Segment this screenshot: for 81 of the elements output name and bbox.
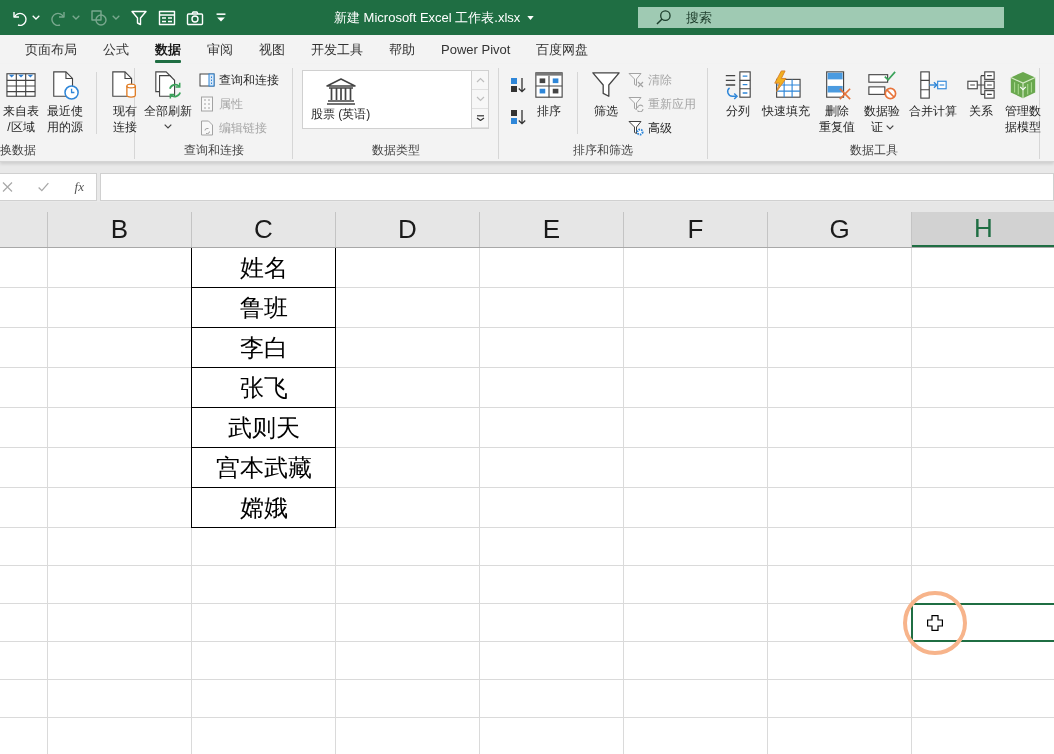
list-icon (199, 96, 215, 112)
window-title: 新建 Microsoft Excel 工作表.xlsx (334, 8, 521, 27)
ribbon-tab[interactable]: 审阅 (194, 35, 246, 64)
camera-icon[interactable] (186, 8, 204, 27)
group-label: 查询和连接 (182, 142, 245, 158)
clock-document-icon (50, 70, 80, 100)
gallery-item[interactable]: 股票 (英语) (303, 71, 379, 122)
column-header[interactable]: C (192, 212, 336, 247)
ribbon-tab[interactable]: 开发工具 (298, 35, 376, 64)
filter-icon (591, 70, 621, 100)
table-cell: 嫦娥 (191, 488, 336, 528)
group-label: 排序和筛选 (572, 142, 634, 158)
relationships-icon (966, 70, 996, 100)
search-field[interactable]: 搜索 (638, 7, 1004, 28)
toolbar-menu-icon[interactable] (216, 13, 226, 22)
ribbon-button[interactable]: 全部刷新 (141, 68, 195, 129)
sort-descending-icon (510, 109, 526, 125)
table-icon (6, 70, 36, 100)
ribbon-button[interactable]: 排序 (531, 68, 567, 119)
filter-icon[interactable] (130, 8, 148, 27)
split-columns-icon (723, 70, 753, 100)
ribbon-button[interactable]: 快速填充 (759, 68, 813, 119)
validation-icon (867, 70, 897, 100)
gallery-more-button[interactable] (472, 109, 488, 128)
ribbon-tab[interactable]: 公式 (90, 35, 142, 64)
column-header[interactable]: E (480, 212, 624, 247)
ribbon-button[interactable]: 分列 (720, 68, 756, 119)
ribbon-button[interactable]: 删除 重复值 (816, 68, 858, 135)
ribbon-button[interactable]: 现有 连接 (107, 68, 143, 135)
sort-grid-icon (534, 70, 564, 100)
ribbon-button[interactable]: 高级 (626, 116, 698, 140)
ribbon-button[interactable]: 最近使 用的源 (44, 68, 86, 135)
ribbon-button[interactable]: 关系 (963, 68, 999, 119)
ribbon-button[interactable]: 筛选 (588, 68, 624, 119)
cursor-icon (927, 615, 943, 631)
click-ring-icon (903, 591, 967, 655)
ribbon-button[interactable]: 合并计算 (906, 68, 960, 119)
column-header[interactable]: B (48, 212, 192, 247)
ribbon-button[interactable]: 查询和连接 (197, 68, 281, 92)
side-panel-icon (199, 72, 215, 88)
form-icon[interactable] (158, 8, 176, 27)
ribbon-tab[interactable]: Power Pivot (428, 35, 524, 64)
filter-gear-icon (628, 120, 644, 136)
table-cell: 宫本武藏 (191, 448, 336, 488)
table-cell: 武则天 (191, 408, 336, 448)
ribbon-button[interactable]: 数据验 证 (861, 68, 903, 135)
ribbon-button[interactable]: 管理数 据模型 (1002, 68, 1044, 135)
group-label: 数据类型 (370, 142, 421, 158)
ribbon-tab[interactable]: 页面布局 (12, 35, 90, 64)
table-cell: 张飞 (191, 368, 336, 408)
chevron-down-icon (475, 96, 485, 102)
ribbon-tab[interactable]: 百度网盘 (523, 35, 602, 64)
merge-arrow-icon (918, 70, 948, 100)
table-cell: 鲁班 (191, 288, 336, 328)
column-header[interactable]: H (912, 212, 1054, 247)
group-label: 换数据 (0, 142, 36, 158)
caret-icon[interactable] (527, 15, 535, 20)
refresh-documents-icon (153, 70, 183, 100)
expand-icon (475, 115, 485, 121)
ribbon-tab[interactable]: 帮助 (376, 35, 428, 64)
caret-icon[interactable] (32, 15, 40, 20)
group-label: 数据工具 (848, 142, 899, 158)
lightning-table-icon (771, 70, 801, 100)
link-document-icon (199, 120, 215, 136)
table-cell: 姓名 (191, 248, 336, 288)
table-cell: 李白 (191, 328, 336, 368)
chevron-up-icon (475, 77, 485, 83)
ribbon-tab[interactable]: 数据 (142, 35, 194, 64)
filter-clear-icon (628, 72, 644, 88)
insert-function-button[interactable]: fx (74, 179, 84, 195)
ribbon-button[interactable]: 来自表 /区域 (0, 68, 42, 135)
search-icon (656, 10, 671, 25)
sort-ascending-icon (510, 77, 526, 93)
formula-input[interactable] (100, 173, 1054, 201)
filter-refresh-icon (628, 96, 644, 112)
column-header[interactable]: D (336, 212, 480, 247)
cube-icon (1008, 70, 1038, 100)
column-header[interactable]: F (624, 212, 768, 247)
ribbon-tab[interactable]: 视图 (246, 35, 298, 64)
check-icon[interactable] (38, 182, 50, 192)
bank-icon (325, 78, 356, 105)
